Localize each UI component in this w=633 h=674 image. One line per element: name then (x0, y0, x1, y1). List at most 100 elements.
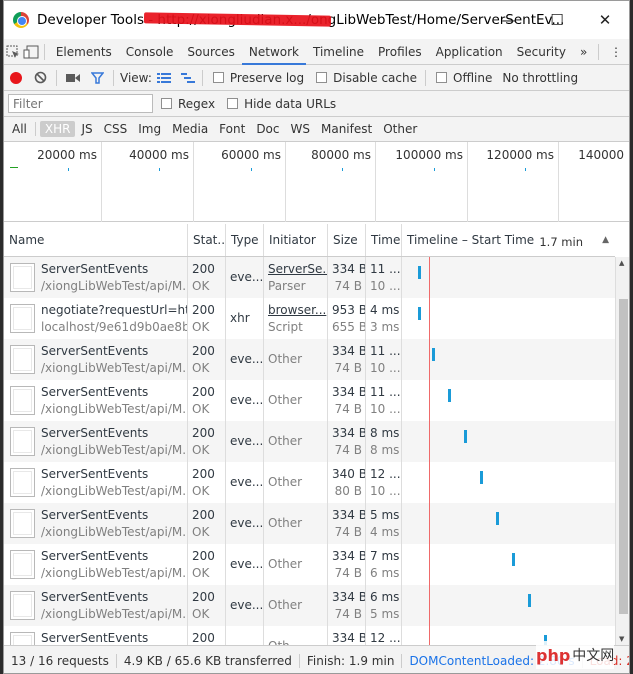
column-type[interactable]: Type (226, 224, 264, 256)
cell-time: 7 ms 6 ms (366, 544, 402, 585)
maximize-button[interactable]: ☐ (533, 1, 581, 39)
table-header: Name Stat... Type Initiator Size Time Ti… (4, 224, 615, 257)
cell-name: ServerSentEvents/xiongLibWebTest/api/M..… (4, 462, 188, 503)
cell-timeline (402, 380, 615, 421)
column-initiator[interactable]: Initiator (264, 224, 328, 256)
device-toolbar-icon[interactable] (22, 39, 40, 65)
size-content: 74 B (334, 443, 362, 457)
tab-security[interactable]: Security (510, 39, 573, 65)
more-tabs-button[interactable]: » (573, 39, 594, 65)
close-button[interactable]: ✕ (581, 1, 629, 39)
file-icon (10, 263, 35, 292)
scroll-up-icon[interactable]: ▲ (619, 259, 624, 267)
type-css[interactable]: CSS (99, 121, 133, 137)
tab-console[interactable]: Console (119, 39, 181, 65)
table-row[interactable]: ServerSentEvents/xiongLibWebTest/api/M..… (4, 544, 615, 585)
file-icon (10, 345, 35, 374)
offline-checkbox[interactable] (436, 72, 447, 83)
large-rows-button[interactable] (152, 65, 176, 91)
overview-button[interactable] (176, 65, 200, 91)
scrollbar-thumb[interactable] (619, 299, 628, 614)
cell-initiator: Other (264, 503, 328, 544)
cell-type: eve... (226, 462, 264, 503)
table-row[interactable]: ServerSentEvents/xiongLibWebTest/api/M..… (4, 585, 615, 626)
tab-network[interactable]: Network (241, 39, 306, 65)
initiator-link[interactable]: browser... (268, 302, 327, 319)
column-name[interactable]: Name (4, 224, 188, 256)
request-name: ServerSentEvents (41, 590, 149, 604)
type-font[interactable]: Font (214, 121, 250, 137)
column-timeline[interactable]: Timeline – Start Time 1.7 min ▲ (402, 224, 615, 256)
sort-ascending-icon[interactable]: ▲ (602, 224, 609, 256)
status-text: OK (192, 443, 210, 457)
tab-timeline[interactable]: Timeline (306, 39, 371, 65)
time-latency: 10 ... (370, 361, 401, 375)
table-row[interactable]: ServerSentEvents/xiongLibWebTest/api/M..… (4, 503, 615, 544)
scroll-down-icon[interactable]: ▼ (619, 635, 624, 643)
type-ws[interactable]: WS (286, 121, 315, 137)
time-latency: 8 ms (370, 443, 400, 457)
size-value: 334 B (332, 549, 366, 563)
tab-profiles[interactable]: Profiles (371, 39, 429, 65)
overview-tick-label: 100000 ms (395, 148, 463, 162)
type-doc[interactable]: Doc (251, 121, 284, 137)
type-all[interactable]: All (7, 121, 32, 137)
column-status[interactable]: Stat... (188, 224, 226, 256)
cell-name: ServerSentEvents/xiongLibWebTest/api/M..… (4, 544, 188, 585)
minimize-button[interactable]: — (485, 1, 533, 39)
cell-type: eve... (226, 339, 264, 380)
record-button[interactable] (4, 65, 28, 91)
table-row[interactable]: ServerSentEvents/xiongLibWebTest/api/M..… (4, 380, 615, 421)
cell-initiator: ServerSe... Parser (264, 257, 328, 298)
type-js[interactable]: JS (76, 121, 97, 137)
filter-input[interactable] (8, 94, 153, 113)
size-content: 74 B (334, 566, 362, 580)
column-time[interactable]: Time (366, 224, 402, 256)
regex-checkbox[interactable] (161, 98, 172, 109)
tab-elements[interactable]: Elements (49, 39, 119, 65)
cell-initiator: Oth... (264, 626, 328, 645)
filter-toggle-button[interactable] (85, 65, 109, 91)
disable-cache-checkbox[interactable] (316, 72, 328, 83)
request-name: ServerSentEvents (41, 631, 149, 645)
screenshot-button[interactable] (61, 65, 85, 91)
clear-button[interactable] (28, 65, 52, 91)
table-row[interactable]: ServerSentEvents/xiongLibWebTest/api/M..… (4, 462, 615, 503)
toolbar-divider (113, 69, 114, 86)
tab-application[interactable]: Application (429, 39, 510, 65)
column-size[interactable]: Size (328, 224, 366, 256)
overview-request-mark (251, 168, 252, 171)
type-img[interactable]: Img (133, 121, 166, 137)
hide-data-urls-checkbox[interactable] (227, 98, 239, 109)
cell-status: 200 OK (188, 544, 226, 585)
file-icon (10, 304, 35, 333)
table-scrollbar[interactable]: ▲ ▼ (615, 257, 629, 645)
table-row[interactable]: ServerSentEvents/xiongLibWebTest/api/M..… (4, 339, 615, 380)
type-manifest[interactable]: Manifest (316, 121, 377, 137)
overview-request-mark (68, 168, 69, 171)
type-other[interactable]: Other (378, 121, 422, 137)
table-row[interactable]: ServerSentEvents 200 Oth... 334 B 12 ... (4, 626, 615, 645)
preserve-log-checkbox[interactable] (212, 72, 224, 83)
throttling-select[interactable]: No throttling (502, 71, 578, 85)
initiator-link[interactable]: ServerSe... (268, 261, 327, 278)
tab-sources[interactable]: Sources (180, 39, 241, 65)
overview-request-mark (159, 168, 160, 171)
table-row[interactable]: negotiate?requestUrl=ht... localhost/9e61… (4, 298, 615, 339)
cell-type: eve... (226, 544, 264, 585)
customize-menu-icon[interactable]: ⋮ (603, 39, 629, 65)
type-divider (34, 122, 36, 136)
inspect-element-icon[interactable] (4, 39, 22, 65)
type-media[interactable]: Media (167, 121, 213, 137)
network-overview[interactable]: 20000 ms 40000 ms 60000 ms 80000 ms 1000… (4, 142, 629, 222)
preserve-log-label: Preserve log (229, 70, 305, 85)
request-path: /xiongLibWebTest/api/M... (41, 525, 187, 539)
table-row[interactable]: ServerSentEvents/xiongLibWebTest/api/M..… (4, 257, 615, 298)
size-value: 334 B (332, 344, 366, 358)
status-code: 200 (192, 262, 215, 276)
table-row[interactable]: ServerSentEvents/xiongLibWebTest/api/M..… (4, 421, 615, 462)
cell-status: 200 OK (188, 257, 226, 298)
type-xhr[interactable]: XHR (39, 121, 76, 137)
size-value: 334 B (332, 385, 366, 399)
finish-time: Finish: 1.9 min (300, 653, 403, 668)
